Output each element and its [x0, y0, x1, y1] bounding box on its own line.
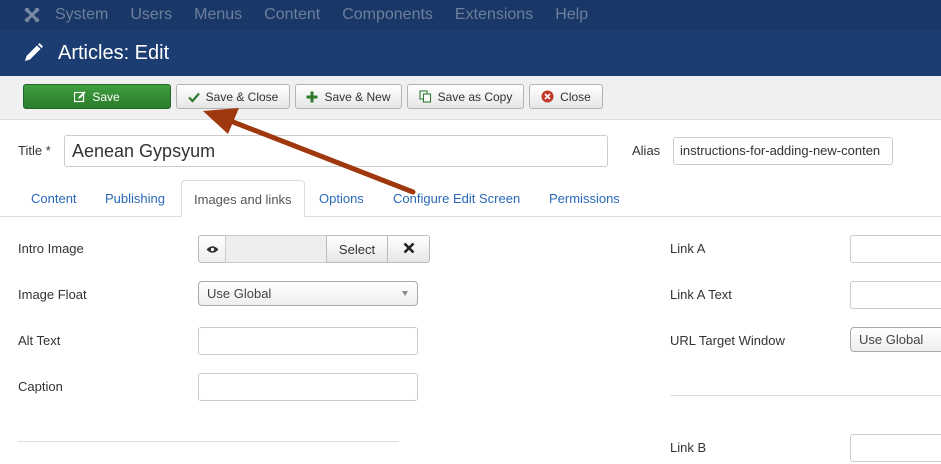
section-divider — [18, 441, 399, 442]
tab-content[interactable]: Content — [19, 180, 89, 217]
url-target-label: URL Target Window — [670, 333, 785, 348]
image-float-label: Image Float — [18, 287, 87, 302]
copy-icon — [419, 90, 432, 103]
nav-menus[interactable]: Menus — [194, 0, 242, 30]
nav-help[interactable]: Help — [555, 0, 588, 30]
tab-publishing[interactable]: Publishing — [93, 180, 177, 217]
joomla-logo-icon[interactable] — [17, 0, 47, 30]
url-target-value: Use Global — [859, 332, 924, 347]
link-a-label: Link A — [670, 241, 706, 256]
alias-input[interactable]: instructions-for-adding-new-conten — [673, 137, 893, 165]
caption-label: Caption — [18, 379, 63, 394]
top-navbar: System Users Menus Content Components Ex… — [0, 0, 941, 30]
nav-users[interactable]: Users — [130, 0, 172, 30]
eye-icon[interactable] — [198, 235, 226, 263]
save-button-label: Save — [92, 89, 120, 104]
link-a-input[interactable] — [850, 235, 941, 263]
link-a-text-input[interactable] — [850, 281, 941, 309]
edit-icon — [74, 91, 86, 103]
tab-images-and-links[interactable]: Images and links — [181, 180, 305, 218]
page-header: Articles: Edit — [0, 30, 941, 76]
caption-input[interactable] — [198, 373, 418, 401]
intro-image-field: Select — [198, 235, 432, 263]
alt-text-input[interactable] — [198, 327, 418, 355]
close-circle-icon — [541, 90, 554, 103]
chevron-down-icon — [402, 291, 408, 296]
image-float-select[interactable]: Use Global — [198, 281, 418, 306]
nav-content[interactable]: Content — [264, 0, 320, 30]
plus-icon — [306, 91, 318, 103]
alt-text-label: Alt Text — [18, 333, 61, 348]
link-b-label: Link B — [670, 440, 707, 455]
close-button[interactable]: Close — [529, 84, 603, 109]
pencil-icon — [22, 42, 44, 64]
url-target-select[interactable]: Use Global — [850, 327, 941, 352]
title-label: Title * — [18, 143, 51, 158]
nav-extensions[interactable]: Extensions — [455, 0, 533, 30]
x-icon — [403, 242, 415, 257]
close-button-label: Close — [560, 89, 591, 104]
tab-options[interactable]: Options — [307, 180, 376, 217]
save-copy-label: Save as Copy — [437, 89, 513, 104]
save-close-button[interactable]: Save & Close — [176, 84, 290, 109]
check-icon — [187, 91, 200, 103]
save-copy-button[interactable]: Save as Copy — [407, 84, 524, 109]
link-a-text-label: Link A Text — [670, 287, 732, 302]
nav-system[interactable]: System — [55, 0, 108, 30]
image-float-value: Use Global — [207, 286, 272, 301]
nav-components[interactable]: Components — [342, 0, 433, 30]
intro-image-label: Intro Image — [18, 241, 84, 256]
intro-image-path[interactable] — [225, 235, 327, 263]
tab-permissions[interactable]: Permissions — [537, 180, 632, 217]
tab-configure-edit-screen[interactable]: Configure Edit Screen — [381, 180, 532, 217]
save-new-label: Save & New — [324, 89, 391, 104]
link-b-input[interactable] — [850, 434, 941, 462]
intro-image-clear-button[interactable] — [387, 235, 430, 263]
save-button[interactable]: Save — [23, 84, 171, 109]
save-close-label: Save & Close — [205, 89, 279, 104]
page-title: Articles: Edit — [58, 41, 170, 64]
title-input[interactable]: Aenean Gypsyum — [64, 135, 608, 167]
links-divider — [670, 395, 941, 396]
toolbar: Save Save & Close Save & New Save as Cop… — [0, 76, 941, 120]
tab-bar: Content Publishing Images and links Opti… — [0, 180, 941, 218]
intro-image-select-button[interactable]: Select — [326, 235, 388, 263]
save-new-button[interactable]: Save & New — [295, 84, 402, 109]
alias-label: Alias — [632, 143, 661, 158]
